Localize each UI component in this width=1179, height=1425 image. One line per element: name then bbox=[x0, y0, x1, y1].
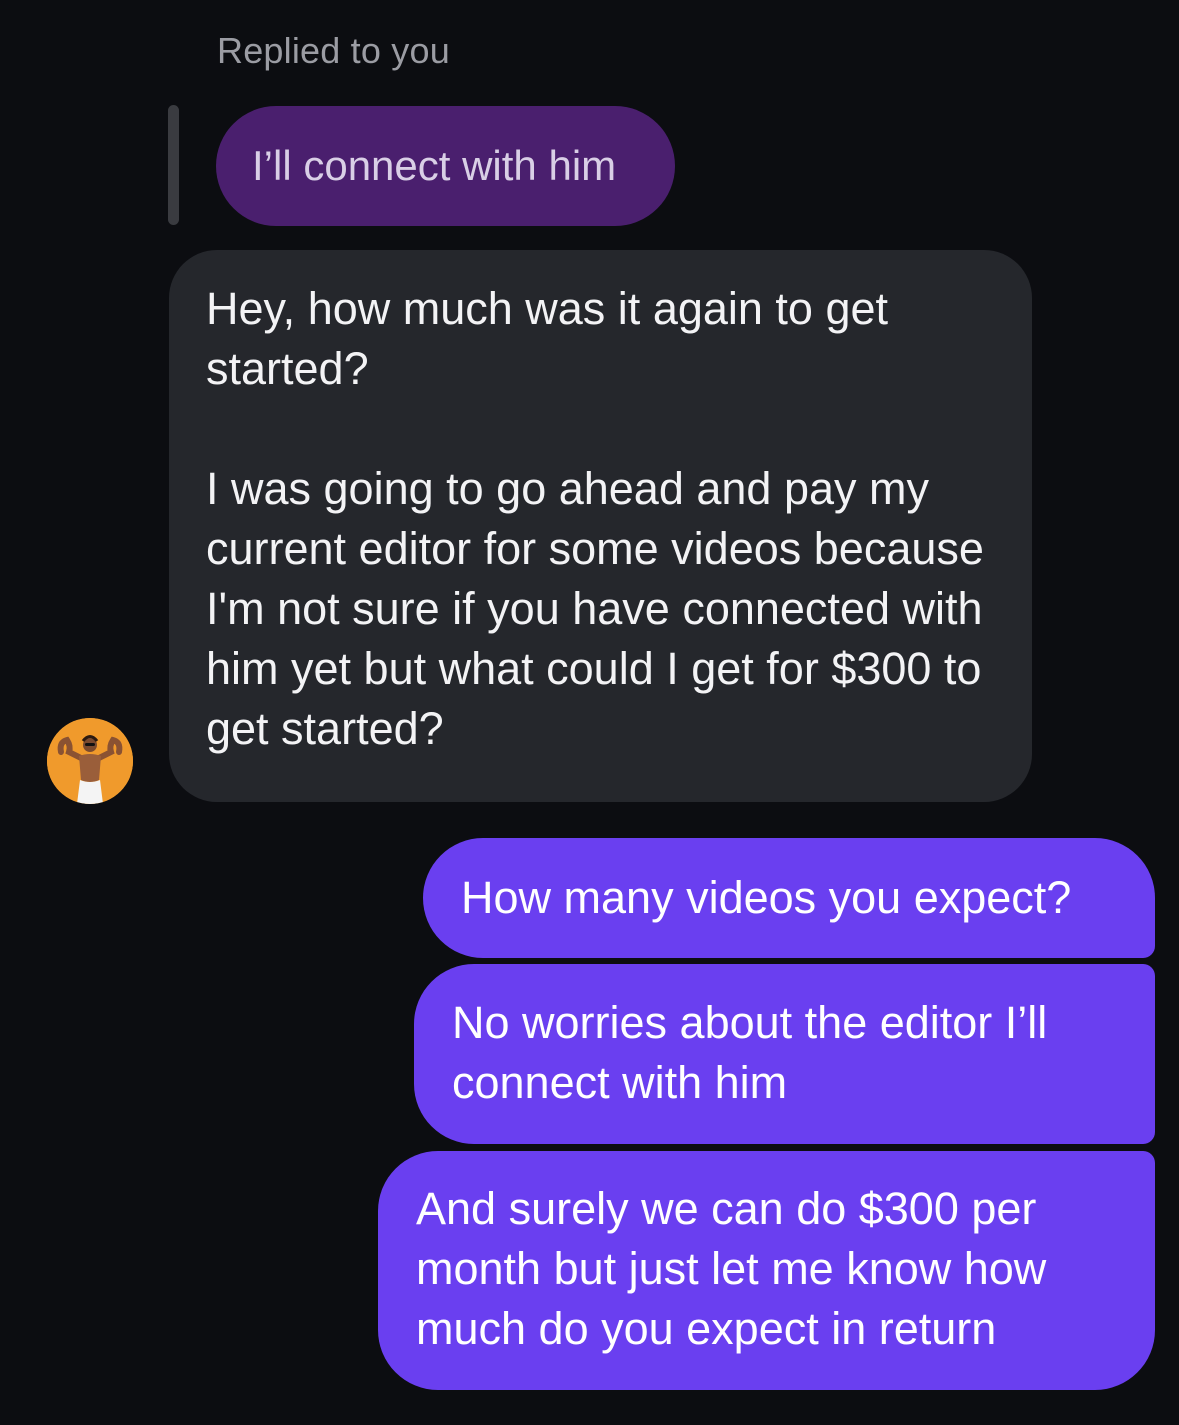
chat-thread: Replied to you I’ll connect with him Hey… bbox=[0, 0, 1179, 1425]
sender-avatar-image bbox=[47, 718, 133, 804]
quoted-message-bubble[interactable]: I’ll connect with him bbox=[216, 106, 675, 226]
outgoing-message-bubble[interactable]: And surely we can do $300 per month but … bbox=[378, 1151, 1155, 1390]
reply-quote-bar bbox=[168, 105, 179, 225]
incoming-message-paragraph: Hey, how much was it again to get starte… bbox=[206, 283, 889, 394]
sender-avatar[interactable] bbox=[47, 718, 133, 804]
outgoing-message-bubble[interactable]: How many videos you expect? bbox=[423, 838, 1155, 958]
outgoing-message-bubble[interactable]: No worries about the editor I’ll connect… bbox=[414, 964, 1155, 1144]
incoming-message-paragraph: I was going to go ahead and pay my curre… bbox=[206, 463, 984, 754]
incoming-message-bubble[interactable]: Hey, how much was it again to get starte… bbox=[169, 250, 1032, 802]
reply-context-label: Replied to you bbox=[217, 30, 450, 71]
